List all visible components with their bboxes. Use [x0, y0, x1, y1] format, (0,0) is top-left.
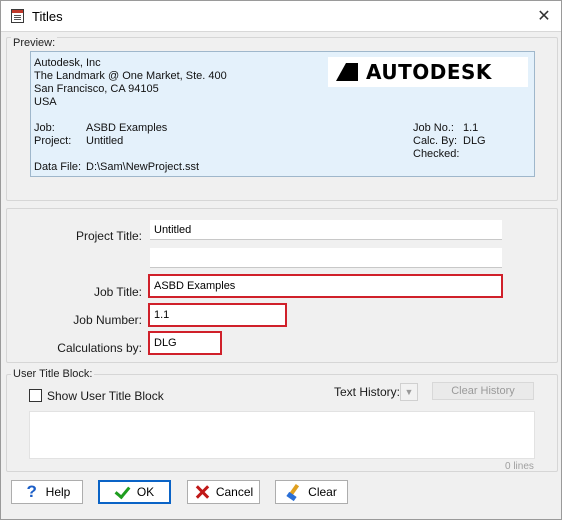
text-history-label: Text History: [334, 385, 401, 399]
autodesk-logo-text: AUTODESK [366, 60, 492, 84]
title-bar: Titles ✕ [1, 1, 561, 32]
ok-button[interactable]: OK [98, 480, 171, 504]
titles-form-group: Project Title: Job Title: Job Number: Ca… [6, 208, 558, 363]
user-title-block-text[interactable] [29, 411, 535, 459]
text-history-dropdown[interactable]: ▼ [400, 383, 418, 401]
user-title-block-label: User Title Block: [11, 368, 95, 380]
show-user-title-block-checkbox[interactable] [29, 389, 42, 402]
preview-data-file-label: Data File: [34, 161, 82, 173]
lines-count: 0 lines [505, 461, 534, 472]
job-title-label: Job Title: [93, 285, 142, 299]
preview-checked-label: Checked: [413, 148, 460, 160]
checkmark-icon [115, 484, 131, 500]
show-user-title-block-label[interactable]: Show User Title Block [47, 389, 164, 403]
cancel-x-icon [194, 484, 210, 500]
help-button[interactable]: ? Help [11, 480, 83, 504]
help-button-label: Help [45, 485, 71, 499]
ok-button-label: OK [136, 485, 155, 499]
preview-job-label: Job: [34, 122, 55, 134]
user-title-block-group: User Title Block: Show User Title Block … [6, 368, 558, 472]
address-line-2: The Landmark @ One Market, Ste. 400 [34, 70, 227, 82]
preview-calc-by-label: Calc. By: [413, 135, 458, 147]
job-number-label: Job Number: [73, 313, 142, 327]
job-title-input[interactable] [148, 274, 503, 298]
project-title-line2-input[interactable] [150, 248, 502, 268]
cancel-button[interactable]: Cancel [187, 480, 260, 504]
job-number-input[interactable] [148, 303, 287, 327]
preview-project-label: Project: [34, 135, 72, 147]
preview-project-value: Untitled [86, 135, 124, 147]
preview-job-no-value: 1.1 [463, 122, 479, 134]
calculations-by-input[interactable] [148, 331, 222, 355]
autodesk-logo-mark [336, 63, 358, 81]
preview-box: Autodesk, Inc The Landmark @ One Market,… [30, 51, 535, 177]
preview-job-no-label: Job No.: [413, 122, 454, 134]
chevron-down-icon: ▼ [404, 387, 414, 397]
clear-button[interactable]: Clear [275, 480, 348, 504]
address-line-3: San Francisco, CA 94105 [34, 83, 159, 95]
project-title-label: Project Title: [75, 229, 142, 243]
close-button[interactable]: ✕ [527, 1, 561, 31]
calculations-by-label: Calculations by: [57, 341, 142, 355]
address-line-1: Autodesk, Inc [34, 57, 101, 69]
preview-group-label: Preview: [11, 37, 58, 49]
autodesk-logo: AUTODESK [328, 57, 528, 87]
titles-app-icon [11, 9, 24, 23]
clear-button-label: Clear [308, 485, 337, 499]
clear-history-button[interactable]: Clear History [432, 382, 534, 400]
window-title: Titles [32, 9, 63, 24]
titles-dialog: Titles ✕ Preview: Autodesk, Inc The Land… [0, 0, 562, 520]
preview-group: Preview: Autodesk, Inc The Landmark @ On… [6, 37, 558, 201]
help-icon: ? [26, 482, 37, 501]
address-line-4: USA [34, 96, 57, 108]
eraser-icon [286, 484, 302, 500]
preview-data-file-value: D:\Sam\NewProject.sst [86, 161, 200, 173]
cancel-button-label: Cancel [215, 485, 254, 499]
preview-calc-by-value: DLG [463, 135, 486, 147]
preview-job-value: ASBD Examples [86, 122, 168, 134]
close-icon: ✕ [537, 8, 551, 25]
project-title-input[interactable] [150, 220, 502, 240]
